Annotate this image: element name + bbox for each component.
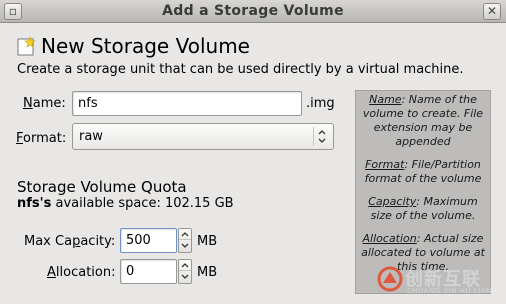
allocation-stepper[interactable] [178, 259, 192, 284]
format-select-value: raw [79, 129, 103, 144]
chevron-down-icon [181, 274, 189, 279]
name-label: Name: [23, 96, 66, 111]
format-select[interactable]: raw [72, 123, 334, 150]
name-input[interactable]: nfs [72, 91, 302, 116]
window-title: Add a Storage Volume [162, 3, 344, 19]
help-name: Name: Name of the volume to create. File… [362, 93, 484, 148]
close-icon: ✕ [486, 4, 498, 18]
help-capacity: Capacity: Maximum size of the volume. [368, 195, 478, 222]
updown-chevron-icon [313, 127, 329, 146]
close-button[interactable]: ✕ [483, 3, 501, 20]
chevron-down-icon [181, 243, 189, 248]
help-format: Format: File/Partition format of the vol… [364, 158, 482, 185]
new-volume-icon [17, 36, 36, 56]
page-title: New Storage Volume [41, 34, 250, 58]
title-bar: ▫ Add a Storage Volume ✕ [0, 0, 506, 23]
allocation-label: Allocation: [47, 265, 116, 280]
watermark-logo-icon [377, 266, 403, 292]
max-capacity-input[interactable]: 500 [120, 228, 177, 253]
page-description: Create a storage unit that can be used d… [17, 62, 464, 77]
chevron-up-icon [181, 232, 189, 237]
allocation-input[interactable]: 0 [120, 259, 177, 284]
max-capacity-unit: MB [197, 234, 218, 249]
allocation-increment[interactable] [179, 260, 191, 271]
allocation-decrement[interactable] [179, 272, 191, 283]
allocation-unit: MB [197, 265, 218, 280]
quota-section-title: Storage Volume Quota [17, 178, 187, 196]
max-capacity-label: Max Capacity: [24, 234, 116, 249]
available-space: nfs's available space: 102.15 GB [17, 196, 234, 211]
format-label: Format: [16, 131, 67, 146]
chevron-up-icon [181, 263, 189, 268]
watermark: 创新互联 CHUANG XIN HU LIAN [377, 262, 502, 300]
pool-name: nfs's [17, 196, 52, 211]
watermark-en-text: CHUANG XIN HU LIAN [407, 287, 492, 295]
max-capacity-stepper[interactable] [178, 228, 192, 253]
max-capacity-decrement[interactable] [179, 241, 191, 252]
max-capacity-increment[interactable] [179, 229, 191, 240]
name-suffix: .img [306, 96, 335, 111]
